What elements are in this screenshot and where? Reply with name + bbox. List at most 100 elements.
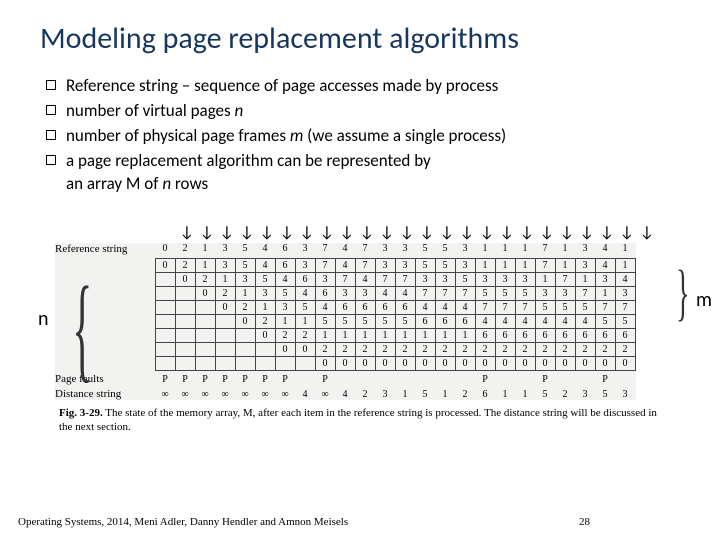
table-cell: 0 [555, 356, 575, 370]
table-cell [155, 356, 175, 370]
table-cell [235, 328, 255, 342]
table-cell: 7 [495, 300, 515, 314]
table-cell: P [235, 370, 255, 385]
table-cell [395, 370, 415, 385]
table-cell: 1 [535, 272, 555, 286]
table-cell: 2 [355, 385, 375, 400]
table-cell: 1 [495, 385, 515, 400]
table-cell: 3 [615, 385, 635, 400]
table-cell: 3 [575, 243, 595, 258]
table-cell [255, 342, 275, 356]
table-cell: 5 [255, 272, 275, 286]
table-cell: 5 [435, 258, 455, 272]
table-cell: P [275, 370, 295, 385]
table-cell: 0 [435, 356, 455, 370]
table-cell: 5 [575, 300, 595, 314]
table-cell [235, 342, 255, 356]
table-cell [195, 314, 215, 328]
table-cell: 4 [315, 300, 335, 314]
table-cell: 4 [255, 258, 275, 272]
label-m: m [696, 288, 712, 312]
table-cell [515, 370, 535, 385]
table-cell: 3 [435, 272, 455, 286]
table-cell: 5 [515, 286, 535, 300]
table-cell: 1 [375, 328, 395, 342]
table-cell: 5 [415, 243, 435, 258]
table-cell: 6 [415, 314, 435, 328]
table-cell: 3 [215, 258, 235, 272]
bullet-item: a page replacement algorithm can be repr… [46, 150, 680, 196]
brace-m: } [676, 258, 689, 329]
table-cell [335, 370, 355, 385]
table-cell: P [215, 370, 235, 385]
figure-caption: Fig. 3-29. The state of the memory array… [59, 406, 665, 435]
table-cell: 1 [335, 328, 355, 342]
table-cell: 1 [515, 258, 535, 272]
table-cell: 6 [475, 328, 495, 342]
table-cell: ∞ [315, 385, 335, 400]
table-cell: 0 [495, 356, 515, 370]
page-number: 28 [579, 516, 590, 528]
row-label [55, 342, 155, 356]
table-cell: 1 [615, 258, 635, 272]
down-arrow-icon: ↓ [617, 225, 637, 241]
table-cell: 1 [195, 258, 215, 272]
table-cell [155, 286, 175, 300]
table-cell: 2 [355, 342, 375, 356]
table-cell: 6 [615, 328, 635, 342]
table-cell: 4 [495, 314, 515, 328]
table-cell: 2 [455, 342, 475, 356]
table-cell: 5 [375, 314, 395, 328]
table-cell: 1 [355, 328, 375, 342]
table-cell: 3 [235, 272, 255, 286]
down-arrow-icon: ↓ [477, 225, 497, 241]
table-cell: ∞ [275, 385, 295, 400]
table-cell: 0 [195, 286, 215, 300]
table-cell [155, 300, 175, 314]
table-cell: 5 [295, 300, 315, 314]
table-cell [195, 300, 215, 314]
table-cell: 3 [495, 272, 515, 286]
row-label [55, 258, 155, 272]
table-cell: 7 [475, 300, 495, 314]
bullet-text: Reference string – sequence of page acce… [66, 75, 680, 98]
table-cell: 4 [435, 300, 455, 314]
table-cell: 1 [475, 258, 495, 272]
table-cell: 5 [355, 314, 375, 328]
table-cell: 6 [575, 328, 595, 342]
table-cell: 0 [595, 356, 615, 370]
table-cell: 3 [455, 258, 475, 272]
table-cell: 0 [315, 356, 335, 370]
table-cell: 4 [535, 314, 555, 328]
table-cell: 2 [295, 328, 315, 342]
table-cell [195, 328, 215, 342]
table-cell: 3 [475, 272, 495, 286]
table-cell: 4 [295, 286, 315, 300]
down-arrow-icon: ↓ [277, 225, 297, 241]
table-cell: 3 [375, 243, 395, 258]
table-cell: 7 [335, 272, 355, 286]
table-cell: 1 [275, 314, 295, 328]
table-cell: 1 [435, 385, 455, 400]
table-cell: 0 [575, 356, 595, 370]
table-cell [175, 356, 195, 370]
table-cell: 7 [535, 258, 555, 272]
table-cell: 2 [615, 342, 635, 356]
table-cell: P [595, 370, 615, 385]
row-label: Page faults [55, 370, 155, 385]
table-cell: P [195, 370, 215, 385]
table-cell [195, 356, 215, 370]
table-cell: 6 [375, 300, 395, 314]
table-cell [155, 328, 175, 342]
table-cell: 3 [335, 286, 355, 300]
table-cell [215, 314, 235, 328]
table-cell: 6 [555, 328, 575, 342]
table-cell [375, 370, 395, 385]
table-cell [415, 370, 435, 385]
down-arrow-icon: ↓ [297, 225, 317, 241]
table-cell: 5 [315, 314, 335, 328]
table-cell: ∞ [255, 385, 275, 400]
table-cell: 1 [475, 243, 495, 258]
table-cell [155, 342, 175, 356]
table-cell: 3 [355, 286, 375, 300]
